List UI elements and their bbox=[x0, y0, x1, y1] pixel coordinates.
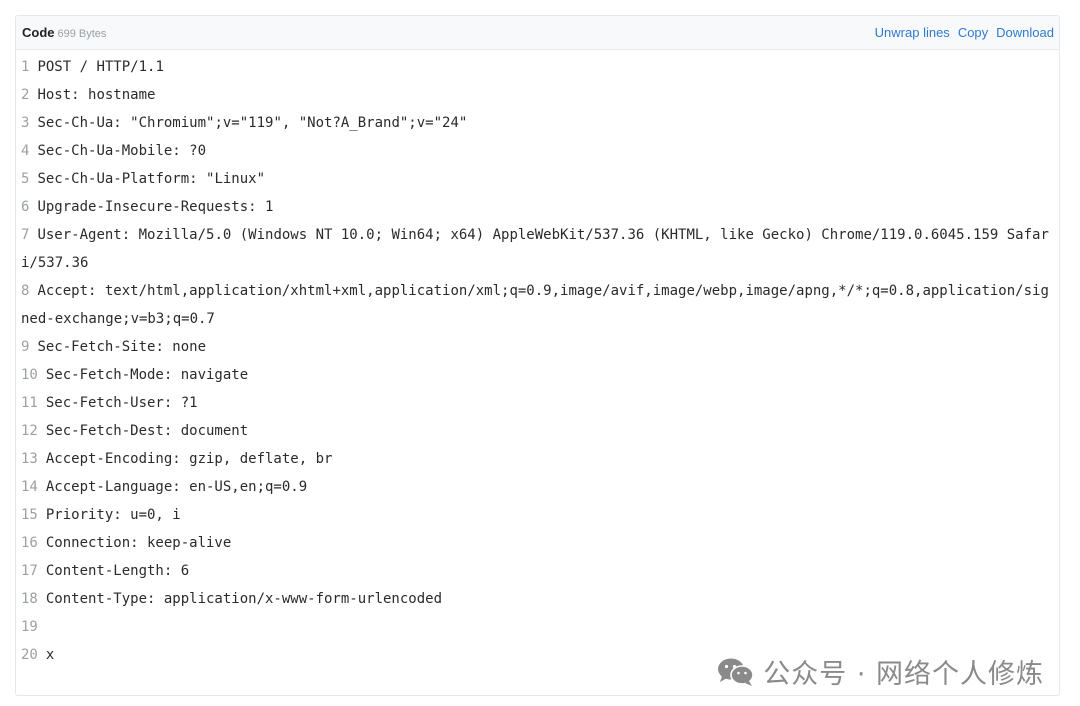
line-text: Accept: text/html,application/xhtml+xml,… bbox=[21, 283, 1049, 327]
line-text: Host: hostname bbox=[37, 87, 156, 103]
line-number: 10 bbox=[21, 367, 38, 383]
line-text: Sec-Fetch-Dest: document bbox=[45, 423, 249, 439]
code-line: 4 Sec-Ch-Ua-Mobile: ?0 bbox=[16, 137, 1059, 165]
code-line: 16 Connection: keep-alive bbox=[16, 529, 1059, 557]
line-number: 1 bbox=[21, 59, 30, 75]
line-number: 5 bbox=[21, 171, 30, 187]
line-text: Sec-Ch-Ua-Mobile: ?0 bbox=[37, 143, 207, 159]
code-header-info: Code 699 Bytes bbox=[22, 25, 106, 40]
download-button[interactable]: Download bbox=[996, 25, 1054, 40]
copy-button[interactable]: Copy bbox=[958, 25, 988, 40]
line-text: User-Agent: Mozilla/5.0 (Windows NT 10.0… bbox=[21, 227, 1049, 271]
code-line: 14 Accept-Language: en-US,en;q=0.9 bbox=[16, 473, 1059, 501]
line-text: Sec-Fetch-Site: none bbox=[37, 339, 207, 355]
line-text: Content-Type: application/x-www-form-url… bbox=[45, 591, 443, 607]
line-number: 13 bbox=[21, 451, 38, 467]
line-number: 17 bbox=[21, 563, 38, 579]
code-line: 15 Priority: u=0, i bbox=[16, 501, 1059, 529]
code-body: 1 POST / HTTP/1.1 2 Host: hostname 3 Sec-Ch-U… bbox=[16, 50, 1059, 669]
code-block: Code 699 Bytes Unwrap lines Copy Downloa… bbox=[15, 15, 1060, 696]
line-number: 8 bbox=[21, 283, 30, 299]
line-number: 4 bbox=[21, 143, 30, 159]
unwrap-lines-button[interactable]: Unwrap lines bbox=[875, 25, 950, 40]
line-text: x bbox=[45, 647, 55, 663]
line-number: 16 bbox=[21, 535, 38, 551]
line-number: 18 bbox=[21, 591, 38, 607]
line-text: Sec-Fetch-Mode: navigate bbox=[45, 367, 249, 383]
line-number: 2 bbox=[21, 87, 30, 103]
code-title: Code bbox=[22, 25, 55, 40]
line-text: Connection: keep-alive bbox=[45, 535, 232, 551]
line-text: Accept-Language: en-US,en;q=0.9 bbox=[45, 479, 308, 495]
line-text: Sec-Ch-Ua-Platform: "Linux" bbox=[37, 171, 266, 187]
line-number: 7 bbox=[21, 227, 30, 243]
code-line: 7 User-Agent: Mozilla/5.0 (Windows NT 10.… bbox=[16, 221, 1059, 277]
line-text: Upgrade-Insecure-Requests: 1 bbox=[37, 199, 274, 215]
code-line: 1 POST / HTTP/1.1 bbox=[16, 53, 1059, 81]
line-text: Priority: u=0, i bbox=[45, 507, 181, 523]
line-number: 15 bbox=[21, 507, 38, 523]
watermark-text: 公众号 · 网络个人修炼 bbox=[763, 659, 1044, 690]
code-line: 17 Content-Length: 6 bbox=[16, 557, 1059, 585]
code-line: 5 Sec-Ch-Ua-Platform: "Linux" bbox=[16, 165, 1059, 193]
line-number: 6 bbox=[21, 199, 30, 215]
line-number: 14 bbox=[21, 479, 38, 495]
line-number: 19 bbox=[21, 619, 38, 635]
code-line: 6 Upgrade-Insecure-Requests: 1 bbox=[16, 193, 1059, 221]
code-line: 11 Sec-Fetch-User: ?1 bbox=[16, 389, 1059, 417]
line-number: 3 bbox=[21, 115, 30, 131]
code-line: 13 Accept-Encoding: gzip, deflate, br bbox=[16, 445, 1059, 473]
code-size: 699 Bytes bbox=[57, 28, 107, 40]
line-text: POST / HTTP/1.1 bbox=[37, 59, 164, 75]
line-number: 9 bbox=[21, 339, 30, 355]
line-text: Sec-Ch-Ua: "Chromium";v="119", "Not?A_Br… bbox=[37, 115, 468, 131]
line-text: Sec-Fetch-User: ?1 bbox=[45, 395, 198, 411]
watermark: 公众号 · 网络个人修炼 bbox=[717, 652, 1044, 691]
code-line: 9 Sec-Fetch-Site: none bbox=[16, 333, 1059, 361]
line-number: 20 bbox=[21, 647, 38, 663]
line-text: Content-Length: 6 bbox=[45, 563, 190, 579]
code-line: 3 Sec-Ch-Ua: "Chromium";v="119", "Not?A_B… bbox=[16, 109, 1059, 137]
line-number: 12 bbox=[21, 423, 38, 439]
wechat-icon bbox=[718, 658, 755, 686]
line-text: Accept-Encoding: gzip, deflate, br bbox=[45, 451, 333, 467]
code-header: Code 699 Bytes Unwrap lines Copy Downloa… bbox=[16, 16, 1059, 50]
code-line: 12 Sec-Fetch-Dest: document bbox=[16, 417, 1059, 445]
code-line: 2 Host: hostname bbox=[16, 81, 1059, 109]
code-line: 18 Content-Type: application/x-www-form-u… bbox=[16, 585, 1059, 613]
code-actions: Unwrap lines Copy Download bbox=[867, 25, 1054, 40]
code-line: 10 Sec-Fetch-Mode: navigate bbox=[16, 361, 1059, 389]
line-number: 11 bbox=[21, 395, 38, 411]
code-line: 19 bbox=[16, 613, 1059, 641]
code-line: 8 Accept: text/html,application/xhtml+xml… bbox=[16, 277, 1059, 333]
